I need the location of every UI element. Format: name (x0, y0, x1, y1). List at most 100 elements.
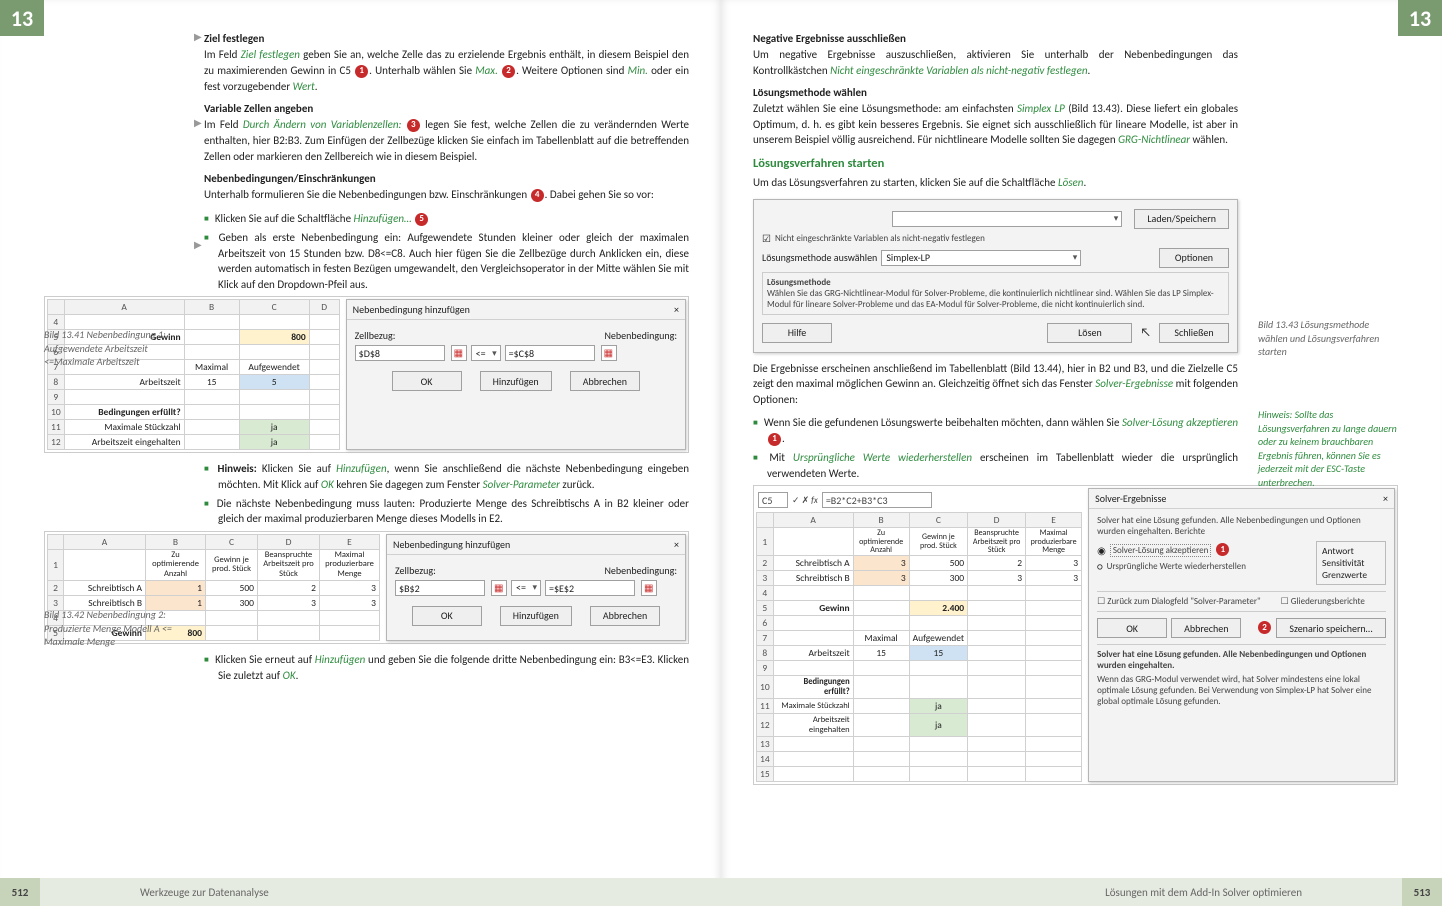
para-ziel: Im Feld Ziel festlegen geben Sie an, wel… (204, 47, 689, 94)
dialog-add-constraint: Nebenbedingung hinzufügen × Zellbezug: Ne… (346, 299, 686, 450)
range-picker-icon[interactable] (491, 580, 507, 596)
side-caption-13-41: Bild 13.41 Nebenbedingung 1: Aufgewendet… (44, 328, 184, 369)
label-cond: Nebenbedingung: (567, 329, 677, 342)
triangle-icon: ▶ (194, 116, 202, 129)
dialog-solver-results: Solver-Ergebnisse × Solver hat eine Lösun… (1088, 488, 1395, 782)
heading-start: Lösungsverfahren starten (753, 156, 1238, 171)
page-right: 13 Negative Ergebnisse ausschließen Um n… (721, 0, 1442, 906)
method-heading: Lösungsmethode (767, 277, 1224, 288)
ok-button[interactable]: OK (392, 371, 462, 391)
range-picker-icon[interactable] (601, 345, 617, 361)
label-cellref: Zellbezug: (355, 329, 425, 342)
para-variable: Im Feld Durch Ändern von Variablenzellen… (204, 117, 689, 164)
para-nebenbed: Unterhalb formulieren Sie die Nebenbedin… (204, 187, 689, 203)
dialog-solver-params: Laden/Speichern ☑Nicht eingeschränkte Va… (753, 199, 1238, 353)
result-footer-2: Wenn das GRG-Modul verwendet wird, hat S… (1097, 674, 1386, 707)
checkbox-back[interactable]: Zurück zum Dialogfeld "Solver-Parameter" (1107, 596, 1260, 607)
dialog-title: Solver-Ergebnisse (1095, 492, 1166, 505)
side-caption-13-43: Bild 13.43 Lösungsmethode wählen und Lös… (1258, 318, 1398, 359)
reports-list[interactable]: Antwort Sensitivität Grenzwerte (1316, 541, 1386, 585)
marker-2: 2 (1258, 621, 1271, 634)
input-constraint[interactable]: =$E$2 (545, 580, 635, 596)
list-1: Klicken Sie auf die Schaltfläche Hinzufü… (204, 211, 689, 292)
input-cellref[interactable]: $D$8 (355, 345, 445, 361)
ok-button[interactable]: OK (1097, 618, 1167, 638)
radio-accept[interactable]: Solver-Lösung akzeptieren (1110, 544, 1211, 557)
constraint-list[interactable] (892, 211, 1122, 227)
figure-13-44: C5 ✓ ✗ fx =B2*C2+B3*C3 ABCDE 1Zu optimie… (753, 485, 1398, 785)
options-button[interactable]: Optionen (1159, 248, 1229, 268)
add-button[interactable]: Hinzufügen (500, 606, 572, 626)
heading-variable: Variable Zellen angeben (204, 102, 689, 115)
label-cellref: Zellbezug: (395, 564, 465, 577)
radio-restore[interactable]: Ursprüngliche Werte wiederherstellen (1107, 561, 1246, 572)
side-hint: Hinweis: Sollte das Lösungsverfahren zu … (1258, 408, 1398, 489)
list-item: Wenn Sie die gefundenen Lösungswerte bei… (767, 415, 1238, 447)
dialog-title: Nebenbedingung hinzufügen (353, 303, 470, 316)
close-button[interactable]: Schließen (1159, 323, 1229, 343)
result-msg: Solver hat eine Lösung gefunden. Alle Ne… (1097, 515, 1386, 537)
input-cellref[interactable]: $B$2 (395, 580, 485, 596)
cancel-button[interactable]: Abbrechen (570, 371, 640, 391)
dialog-title: Nebenbedingung hinzufügen (393, 538, 510, 551)
list-item: Mit Ursprüngliche Werte wiederherstellen… (767, 450, 1238, 481)
dialog-add-constraint: Nebenbedingung hinzufügen × Zellbezug: Ne… (386, 534, 686, 641)
help-button[interactable]: Hilfe (762, 323, 832, 343)
select-method[interactable]: Simplex-LP (881, 250, 1081, 266)
content-right: Negative Ergebnisse ausschließen Um nega… (753, 28, 1398, 866)
heading-method: Lösungsmethode wählen (753, 86, 1238, 99)
select-operator[interactable]: <= (471, 345, 501, 361)
cancel-button[interactable]: Abbrechen (1171, 618, 1241, 638)
label-method: Lösungsmethode auswählen (762, 251, 877, 264)
checkbox-nonneg[interactable]: Nicht eingeschränkte Variablen als nicht… (775, 233, 985, 244)
page-number: 512 (0, 878, 40, 906)
load-save-button[interactable]: Laden/Speichern (1134, 209, 1229, 229)
result-footer-1: Solver hat eine Lösung gefunden. Alle Ne… (1097, 649, 1386, 671)
list-item: Klicken Sie erneut auf Hinzufügen und ge… (218, 652, 689, 683)
page-left: 13 ▶ ▶ ▶ Ziel festlegen Im Feld Ziel fes… (0, 0, 721, 906)
range-picker-icon[interactable] (641, 580, 657, 596)
chapter-tab: 13 (0, 0, 44, 36)
para-method: Zuletzt wählen Sie eine Lösungsmethode: … (753, 101, 1238, 148)
content-left: ▶ ▶ ▶ Ziel festlegen Im Feld Ziel festle… (44, 28, 689, 866)
add-button[interactable]: Hinzufügen (480, 371, 552, 391)
para-start: Um das Lösungsverfahren zu starten, klic… (753, 175, 1238, 191)
close-icon[interactable]: × (674, 303, 679, 316)
list-item: Klicken Sie auf die Schaltfläche Hinzufü… (218, 211, 689, 227)
list-results: Wenn Sie die gefundenen Lösungswerte bei… (753, 415, 1238, 481)
list-item: Geben als erste Nebenbedingung ein: Aufg… (218, 230, 689, 292)
page-number: 513 (1402, 878, 1442, 906)
triangle-icon: ▶ (194, 238, 202, 251)
excel-grid: ABCD 4 5Gewinn800 6 7MaximalAufgewendet … (47, 299, 340, 450)
marker-1: 1 (1216, 543, 1229, 556)
save-scenario-button[interactable]: Szenario speichern… (1276, 618, 1386, 638)
heading-negative: Negative Ergebnisse ausschließen (753, 32, 1238, 45)
page-spread: 13 ▶ ▶ ▶ Ziel festlegen Im Feld Ziel fes… (0, 0, 1442, 906)
list-2: Hinweis: Klicken Sie auf Hinzufügen, wen… (204, 461, 689, 526)
figure-13-41: ABCD 4 5Gewinn800 6 7MaximalAufgewendet … (44, 296, 689, 453)
chapter-tab: 13 (1398, 0, 1442, 36)
heading-ziel: Ziel festlegen (204, 32, 689, 45)
excel-grid: C5 ✓ ✗ fx =B2*C2+B3*C3 ABCDE 1Zu optimie… (756, 488, 1082, 782)
cursor-icon: ↖ (1140, 326, 1151, 340)
checkbox-outline[interactable]: Gliederungsberichte (1291, 596, 1365, 607)
side-caption-13-42: Bild 13.42 Nebenbedingung 2: Produzierte… (44, 608, 184, 649)
list-item: Hinweis: Klicken Sie auf Hinzufügen, wen… (218, 461, 689, 492)
ok-button[interactable]: OK (412, 606, 482, 626)
close-icon[interactable]: × (674, 538, 679, 551)
footer-text: Werkzeuge zur Datenanalyse (140, 886, 269, 899)
list-item: Die nächste Nebenbedingung muss lauten: … (218, 496, 689, 527)
page-footer: 512 Werkzeuge zur Datenanalyse (0, 878, 721, 906)
solve-button[interactable]: Lösen (1047, 323, 1132, 343)
cancel-button[interactable]: Abbrechen (590, 606, 660, 626)
label-cond: Nebenbedingung: (567, 564, 677, 577)
method-text: Wählen Sie das GRG-Nichtlinear-Modul für… (767, 288, 1224, 310)
heading-nebenbed: Nebenbedingungen/Einschränkungen (204, 172, 689, 185)
select-operator[interactable]: <= (511, 580, 541, 596)
range-picker-icon[interactable] (451, 345, 467, 361)
close-icon[interactable]: × (1383, 492, 1388, 505)
para-results: Die Ergebnisse erscheinen anschließend i… (753, 361, 1238, 408)
input-constraint[interactable]: =$C$8 (505, 345, 595, 361)
footer-text: Lösungen mit dem Add-In Solver optimiere… (1105, 886, 1302, 899)
triangle-icon: ▶ (194, 30, 202, 43)
